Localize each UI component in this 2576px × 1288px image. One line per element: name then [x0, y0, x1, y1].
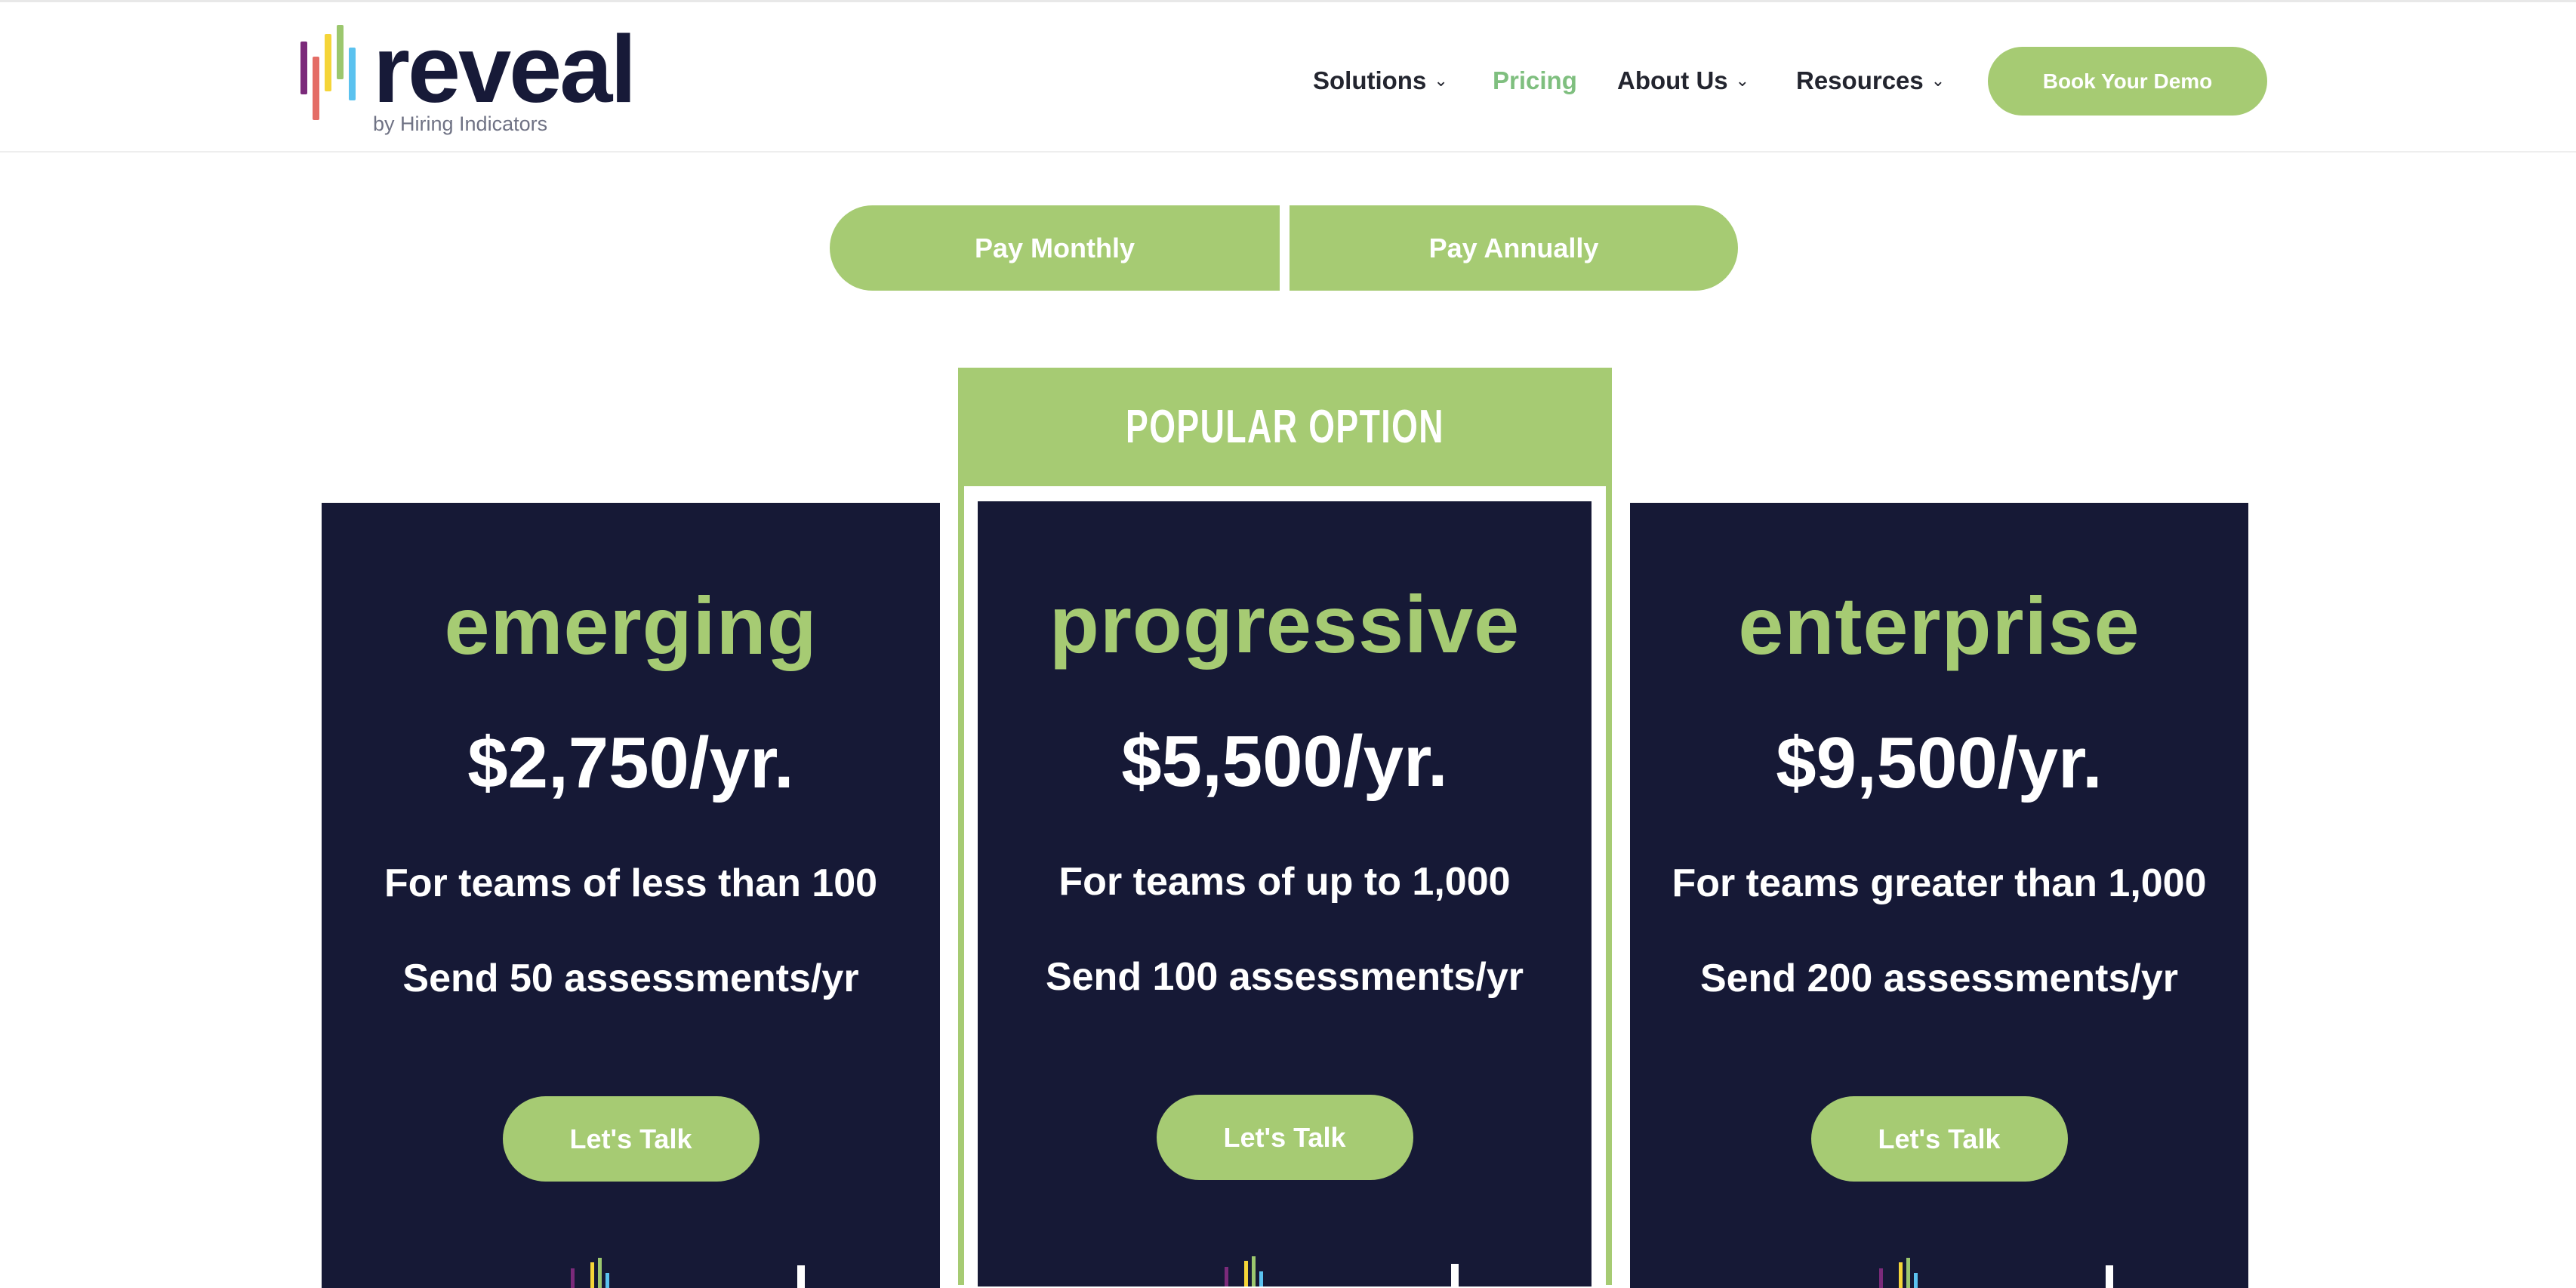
nav-solutions[interactable]: Solutions ⌄: [1313, 66, 1448, 95]
pay-monthly-button[interactable]: Pay Monthly: [830, 205, 1280, 291]
plan-price: $5,500/yr.: [1121, 721, 1448, 802]
chevron-down-icon: ⌄: [1930, 71, 1946, 90]
plan-name: progressive: [1049, 578, 1521, 670]
mini-logo-icon: [1878, 1258, 2113, 1288]
popular-option-header: POPULAR OPTION: [958, 368, 1612, 486]
plan-assessments: Send 200 assessments/yr: [1699, 957, 2179, 1000]
nav-pricing[interactable]: Pricing: [1493, 66, 1577, 95]
plan-price: $2,750/yr.: [467, 723, 794, 803]
nav-label: Resources: [1796, 66, 1924, 94]
mini-logo-icon: [1224, 1256, 1459, 1286]
book-demo-button[interactable]: Book Your Demo: [1988, 47, 2267, 116]
plan-card-emerging: emerging $2,750/yr. For teams of less th…: [322, 503, 940, 1288]
nav-label: Pricing: [1493, 66, 1577, 94]
logo-wordmark: reveal: [373, 16, 636, 122]
plan-card-progressive: progressive $5,500/yr. For teams of up t…: [978, 501, 1592, 1286]
nav-about-us[interactable]: About Us ⌄: [1617, 66, 1749, 95]
chevron-down-icon: ⌄: [1735, 71, 1750, 90]
plan-name: emerging: [444, 580, 818, 671]
nav-label: Solutions: [1313, 66, 1427, 94]
popular-option-label: POPULAR OPTION: [1126, 401, 1444, 453]
chevron-down-icon: ⌄: [1434, 71, 1448, 90]
lets-talk-button[interactable]: Let's Talk: [1810, 1096, 2068, 1182]
mini-logo-icon: [570, 1258, 805, 1288]
logo-tagline: by Hiring Indicators: [373, 112, 548, 135]
plan-team-size: For teams greater than 1,000: [1672, 861, 2207, 905]
nav-resources[interactable]: Resources ⌄: [1796, 66, 1945, 95]
lets-talk-button[interactable]: Let's Talk: [502, 1096, 760, 1182]
lets-talk-button[interactable]: Let's Talk: [1156, 1095, 1413, 1180]
plan-card-enterprise: enterprise $9,500/yr. For teams greater …: [1630, 503, 2248, 1288]
plan-name: enterprise: [1738, 580, 2140, 671]
plan-price: $9,500/yr.: [1776, 723, 2103, 803]
site-header: reveal by Hiring Indicators Solutions ⌄ P…: [0, 0, 2576, 153]
reveal-logo[interactable]: reveal by Hiring Indicators: [300, 16, 640, 138]
plan-team-size: For teams of up to 1,000: [1058, 860, 1511, 904]
pay-annually-button[interactable]: Pay Annually: [1290, 205, 1738, 291]
plan-team-size: For teams of less than 100: [384, 861, 878, 905]
plan-assessments: Send 50 assessments/yr: [402, 957, 859, 1000]
plan-assessments: Send 100 assessments/yr: [1045, 955, 1524, 999]
nav-label: About Us: [1617, 66, 1728, 94]
